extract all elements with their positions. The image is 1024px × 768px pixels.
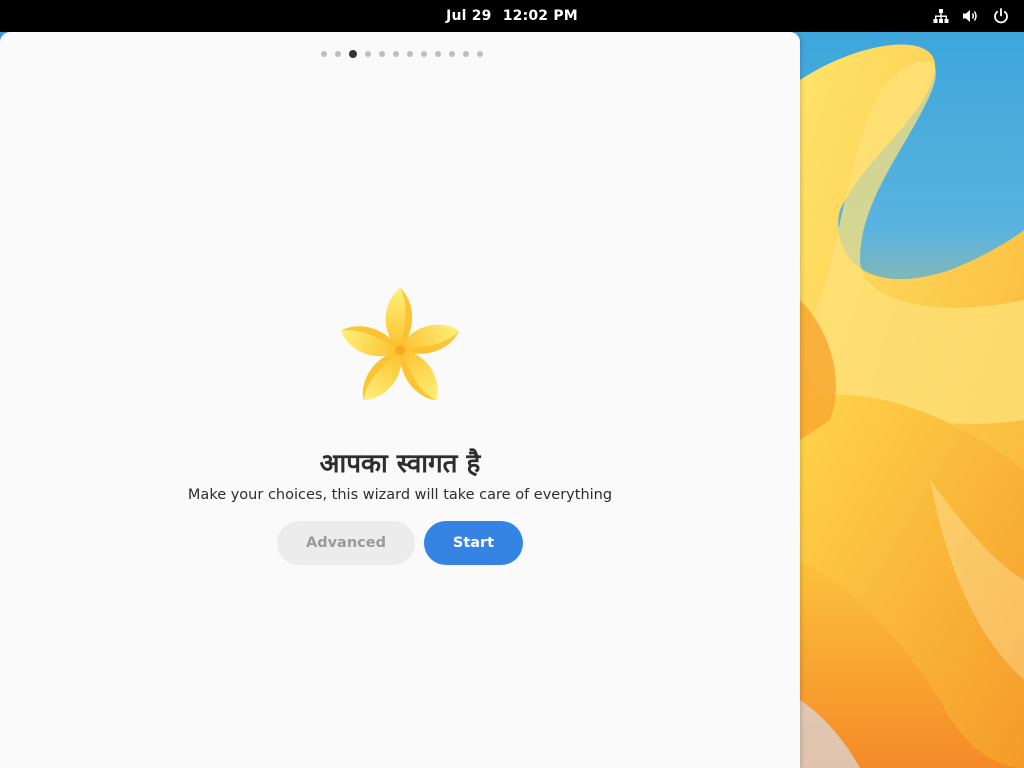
- page-dot: [335, 51, 341, 57]
- date-label: Jul 29: [446, 8, 492, 24]
- clock-button[interactable]: Jul 29 12:02 PM: [0, 0, 1024, 32]
- advanced-button[interactable]: Advanced: [277, 521, 415, 565]
- volume-icon[interactable]: [962, 7, 980, 25]
- setup-wizard-window: आपका स्वागत है Make your choices, this w…: [0, 32, 800, 768]
- page-dot-active: [349, 50, 357, 58]
- power-icon[interactable]: [992, 7, 1010, 25]
- page-dot: [435, 51, 441, 57]
- page-dot: [321, 51, 327, 57]
- page-indicator: [0, 50, 800, 58]
- page-dot: [379, 51, 385, 57]
- network-icon[interactable]: [932, 7, 950, 25]
- welcome-subtitle: Make your choices, this wizard will take…: [187, 487, 613, 503]
- welcome-title: आपका स्वागत है: [319, 449, 481, 479]
- start-button[interactable]: Start: [424, 521, 523, 565]
- page-dot: [421, 51, 427, 57]
- page-dot: [477, 51, 483, 57]
- page-dot: [407, 51, 413, 57]
- top-bar: Jul 29 12:02 PM: [0, 0, 1024, 32]
- page-dot: [393, 51, 399, 57]
- page-dot: [449, 51, 455, 57]
- system-tray[interactable]: [932, 0, 1010, 32]
- page-dot: [365, 51, 371, 57]
- page-dot: [463, 51, 469, 57]
- flower-logo: [336, 286, 464, 408]
- action-buttons: Advanced Start: [277, 521, 523, 565]
- time-label: 12:02 PM: [502, 8, 578, 24]
